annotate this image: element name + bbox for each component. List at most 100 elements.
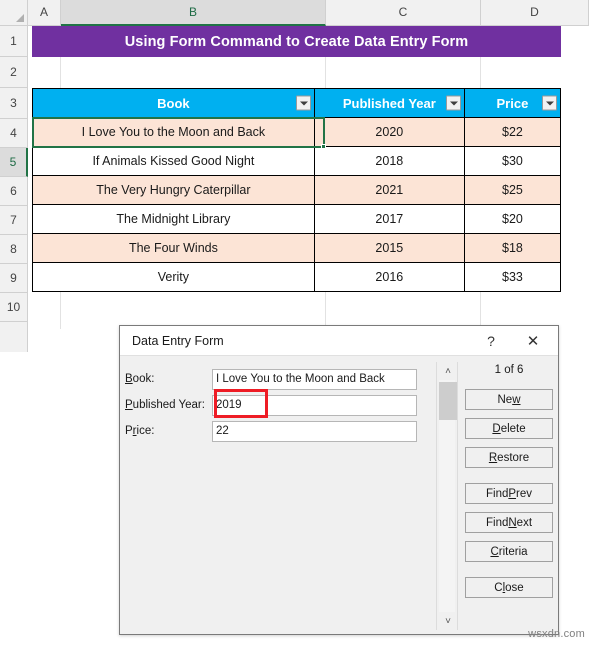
row-header-9[interactable]: 9 [0,264,28,293]
table-header-row: Book Published Year Price [32,88,562,118]
record-scrollbar[interactable]: ˄ ˅ [436,362,458,630]
label-book: Book: [120,373,212,385]
criteria-accel: C [490,545,499,558]
header-cell-book[interactable]: Book [32,88,315,118]
cell-price-6[interactable]: $33 [463,262,562,292]
table-row: The Midnight Library 2017 $20 [32,204,562,234]
restore-label-post: estore [497,451,530,464]
column-header-d[interactable]: D [481,0,589,26]
restore-button[interactable]: Restore [465,447,553,468]
cell-year-1[interactable]: 2020 [313,117,465,147]
record-counter: 1 of 6 [494,364,524,376]
find-prev-label-post: rev [516,487,533,500]
column-header-b[interactable]: B [61,0,326,26]
select-all-corner[interactable] [0,0,28,26]
filter-dropdown-icon-published-year[interactable] [445,95,461,111]
input-published-year[interactable]: 2019 [212,394,417,416]
header-label-published-year: Published Year [342,95,436,111]
criteria-label-post: riteria [498,545,528,558]
cell-year-6[interactable]: 2016 [313,262,465,292]
header-cell-price[interactable]: Price [463,88,562,118]
table-row: The Very Hungry Caterpillar 2021 $25 [32,175,562,205]
row-header-6[interactable]: 6 [0,177,28,206]
column-header-bar: A B C D [0,0,589,26]
sheet-title-banner: Using Form Command to Create Data Entry … [32,26,561,57]
cell-year-3[interactable]: 2021 [313,175,465,205]
help-icon[interactable]: ? [480,333,502,349]
cell-year-2[interactable]: 2018 [313,146,465,176]
cell-year-5[interactable]: 2015 [313,233,465,263]
row-header-4[interactable]: 4 [0,119,28,148]
header-cell-published-year[interactable]: Published Year [313,88,465,118]
dialog-body: Book: I Love You to the Moon and Back Pu… [120,356,558,635]
cell-year-4[interactable]: 2017 [313,204,465,234]
scroll-down-arrow-icon[interactable]: ˅ [437,612,459,630]
row-header-3[interactable]: 3 [0,88,28,119]
row-header-8[interactable]: 8 [0,235,28,264]
cell-book-3[interactable]: The Very Hungry Caterpillar [32,175,315,205]
delete-button[interactable]: Delete [465,418,553,439]
cell-price-4[interactable]: $20 [463,204,562,234]
row-header-7[interactable]: 7 [0,206,28,235]
filter-dropdown-icon-price[interactable] [542,95,557,111]
filter-dropdown-icon-book[interactable] [295,95,311,111]
label-book-accel: B [125,373,133,385]
row-header-bar: 1 2 3 4 5 6 7 8 9 10 [0,26,28,352]
cell-book-5[interactable]: The Four Winds [32,233,315,263]
select-all-triangle-icon [16,14,24,22]
watermark: wsxdn.com [528,628,585,640]
find-prev-label-pre: Find [485,487,509,500]
table-row: The Four Winds 2015 $18 [32,233,562,263]
find-next-button[interactable]: Find Next [465,512,553,533]
label-price-pre: P [125,425,133,437]
column-header-a[interactable]: A [28,0,61,26]
close-button[interactable]: Cl ose [465,577,553,598]
excel-screenshot: A B C D 1 2 3 4 5 6 7 8 9 10 Using Form … [0,0,589,645]
table-row: Verity 2016 $33 [32,262,562,292]
cell-book-1[interactable]: I Love You to the Moon and Back [32,117,315,147]
label-published-year-text: ublished Year: [132,399,205,411]
close-label-pre: C [494,581,503,594]
row-header-1[interactable]: 1 [0,26,28,57]
label-book-text: ook: [132,373,155,385]
cell-book-2[interactable]: If Animals Kissed Good Night [32,146,315,176]
cell-price-5[interactable]: $18 [463,233,562,263]
scroll-up-arrow-icon[interactable]: ˄ [437,362,459,380]
column-header-c[interactable]: C [326,0,481,26]
delete-accel: D [492,422,501,435]
header-label-book: Book [157,95,190,111]
close-icon[interactable]: ✕ [522,332,544,350]
input-price[interactable]: 22 [212,420,417,442]
label-published-year: Published Year: [120,399,212,411]
cell-price-1[interactable]: $22 [463,117,562,147]
book-data-table: Book Published Year Price I Love You to … [32,88,562,292]
find-prev-button[interactable]: Find Prev [465,483,553,504]
cell-book-4[interactable]: The Midnight Library [32,204,315,234]
label-price-text: ice: [136,425,155,437]
header-label-price: Price [496,95,529,111]
row-header-10[interactable]: 10 [0,293,28,322]
dialog-title: Data Entry Form [132,333,224,348]
delete-label-post: elete [500,422,526,435]
cell-book-6[interactable]: Verity [32,262,315,292]
new-label-pre: Ne [497,393,513,406]
cell-price-2[interactable]: $30 [463,146,562,176]
row-header-5[interactable]: 5 [0,148,28,177]
close-label-post: ose [505,581,524,594]
field-row-published-year: Published Year: 2019 [120,389,425,418]
find-next-accel: N [508,516,517,529]
field-row-book: Book: I Love You to the Moon and Back [120,368,425,390]
find-prev-accel: P [508,487,517,500]
table-row: I Love You to the Moon and Back 2020 $22 [32,117,562,147]
label-published-year-accel: P [125,399,133,411]
table-row: If Animals Kissed Good Night 2018 $30 [32,146,562,176]
data-entry-form-dialog: Data Entry Form ? ✕ Book: I Love You to … [119,325,559,635]
cell-price-3[interactable]: $25 [463,175,562,205]
scrollbar-thumb[interactable] [439,382,457,420]
input-book[interactable]: I Love You to the Moon and Back [212,368,417,390]
new-button[interactable]: Ne w [465,389,553,410]
label-price: Price: [120,425,212,437]
row-header-2[interactable]: 2 [0,57,28,88]
criteria-button[interactable]: Criteria [465,541,553,562]
dialog-title-bar: Data Entry Form ? ✕ [120,326,558,356]
